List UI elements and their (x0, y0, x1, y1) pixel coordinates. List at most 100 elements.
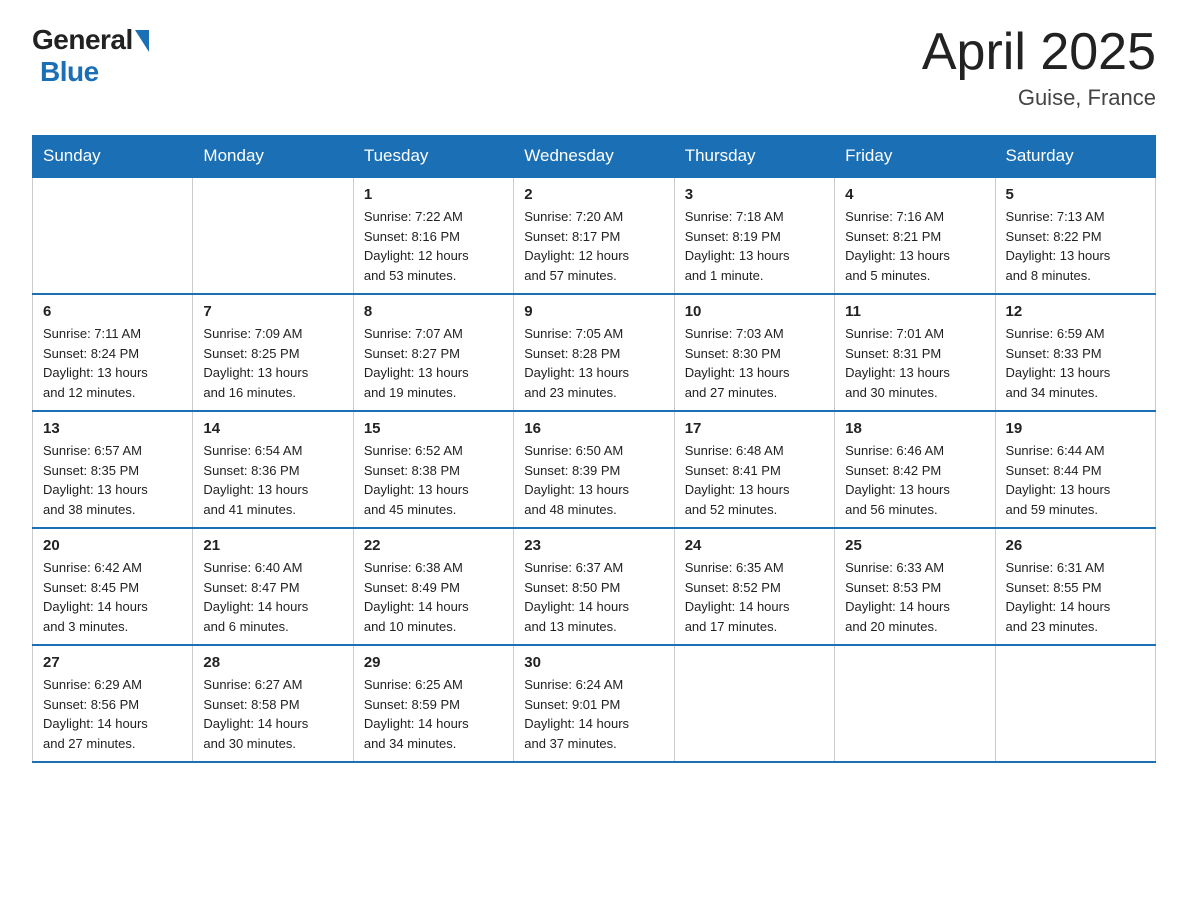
day-number: 8 (364, 303, 503, 320)
day-detail: Sunrise: 6:48 AM Sunset: 8:41 PM Dayligh… (685, 441, 824, 519)
location-text: Guise, France (922, 85, 1156, 111)
day-detail: Sunrise: 6:38 AM Sunset: 8:49 PM Dayligh… (364, 558, 503, 636)
calendar-cell: 17 Sunrise: 6:48 AM Sunset: 8:41 PM Dayli… (674, 411, 834, 528)
calendar-week-row: 1Sunrise: 7:22 AM Sunset: 8:16 PM Daylig… (33, 177, 1156, 294)
day-detail: Sunrise: 6:37 AM Sunset: 8:50 PM Dayligh… (524, 558, 663, 636)
day-detail: Sunrise: 6:50 AM Sunset: 8:39 PM Dayligh… (524, 441, 663, 519)
day-number: 4 (845, 186, 984, 203)
calendar-week-row: 13 Sunrise: 6:57 AM Sunset: 8:35 PM Dayli… (33, 411, 1156, 528)
day-detail: Sunrise: 7:03 AM Sunset: 8:30 PM Dayligh… (685, 324, 824, 402)
calendar-cell: 11 Sunrise: 7:01 AM Sunset: 8:31 PM Dayli… (835, 294, 995, 411)
month-title: April 2025 (922, 24, 1156, 81)
title-block: April 2025 Guise, France (922, 24, 1156, 111)
calendar-cell: 8 Sunrise: 7:07 AM Sunset: 8:27 PM Daylig… (353, 294, 513, 411)
calendar-cell: 21 Sunrise: 6:40 AM Sunset: 8:47 PM Dayli… (193, 528, 353, 645)
calendar-cell: 6Sunrise: 7:11 AM Sunset: 8:24 PM Daylig… (33, 294, 193, 411)
weekday-header-monday: Monday (193, 136, 353, 178)
day-detail: Sunrise: 6:59 AM Sunset: 8:33 PM Dayligh… (1006, 324, 1145, 402)
day-detail: Sunrise: 6:27 AM Sunset: 8:58 PM Dayligh… (203, 675, 342, 753)
day-number: 11 (845, 303, 984, 320)
calendar-cell: 14 Sunrise: 6:54 AM Sunset: 8:36 PM Dayli… (193, 411, 353, 528)
calendar-cell: 9Sunrise: 7:05 AM Sunset: 8:28 PM Daylig… (514, 294, 674, 411)
day-number: 10 (685, 303, 824, 320)
calendar-cell: 7 Sunrise: 7:09 AM Sunset: 8:25 PM Daylig… (193, 294, 353, 411)
day-number: 18 (845, 420, 984, 437)
day-number: 28 (203, 654, 342, 671)
day-number: 7 (203, 303, 342, 320)
calendar-cell: 25 Sunrise: 6:33 AM Sunset: 8:53 PM Dayli… (835, 528, 995, 645)
day-detail: Sunrise: 6:40 AM Sunset: 8:47 PM Dayligh… (203, 558, 342, 636)
calendar-cell: 10 Sunrise: 7:03 AM Sunset: 8:30 PM Dayli… (674, 294, 834, 411)
weekday-header-friday: Friday (835, 136, 995, 178)
logo-triangle-icon (135, 30, 149, 52)
weekday-header-tuesday: Tuesday (353, 136, 513, 178)
day-detail: Sunrise: 7:01 AM Sunset: 8:31 PM Dayligh… (845, 324, 984, 402)
calendar-cell: 19 Sunrise: 6:44 AM Sunset: 8:44 PM Dayli… (995, 411, 1155, 528)
day-detail: Sunrise: 6:29 AM Sunset: 8:56 PM Dayligh… (43, 675, 182, 753)
day-detail: Sunrise: 6:33 AM Sunset: 8:53 PM Dayligh… (845, 558, 984, 636)
day-detail: Sunrise: 6:35 AM Sunset: 8:52 PM Dayligh… (685, 558, 824, 636)
weekday-header-thursday: Thursday (674, 136, 834, 178)
calendar-cell: 28 Sunrise: 6:27 AM Sunset: 8:58 PM Dayli… (193, 645, 353, 762)
day-number: 12 (1006, 303, 1145, 320)
calendar-cell: 15 Sunrise: 6:52 AM Sunset: 8:38 PM Dayli… (353, 411, 513, 528)
page-header: General Blue April 2025 Guise, France (32, 24, 1156, 111)
calendar-week-row: 27 Sunrise: 6:29 AM Sunset: 8:56 PM Dayli… (33, 645, 1156, 762)
day-number: 5 (1006, 186, 1145, 203)
calendar-cell: 20 Sunrise: 6:42 AM Sunset: 8:45 PM Dayli… (33, 528, 193, 645)
day-number: 25 (845, 537, 984, 554)
calendar-cell: 29 Sunrise: 6:25 AM Sunset: 8:59 PM Dayli… (353, 645, 513, 762)
calendar-cell: 1Sunrise: 7:22 AM Sunset: 8:16 PM Daylig… (353, 177, 513, 294)
day-detail: Sunrise: 6:57 AM Sunset: 8:35 PM Dayligh… (43, 441, 182, 519)
day-detail: Sunrise: 6:24 AM Sunset: 9:01 PM Dayligh… (524, 675, 663, 753)
day-detail: Sunrise: 7:11 AM Sunset: 8:24 PM Dayligh… (43, 324, 182, 402)
day-number: 19 (1006, 420, 1145, 437)
day-number: 24 (685, 537, 824, 554)
day-detail: Sunrise: 6:31 AM Sunset: 8:55 PM Dayligh… (1006, 558, 1145, 636)
day-detail: Sunrise: 6:42 AM Sunset: 8:45 PM Dayligh… (43, 558, 182, 636)
logo-blue-text: Blue (40, 56, 99, 88)
calendar-cell: 13 Sunrise: 6:57 AM Sunset: 8:35 PM Dayli… (33, 411, 193, 528)
day-number: 1 (364, 186, 503, 203)
calendar-cell: 2 Sunrise: 7:20 AM Sunset: 8:17 PM Daylig… (514, 177, 674, 294)
calendar-cell: 30 Sunrise: 6:24 AM Sunset: 9:01 PM Dayli… (514, 645, 674, 762)
day-number: 30 (524, 654, 663, 671)
calendar-cell: 3 Sunrise: 7:18 AM Sunset: 8:19 PM Daylig… (674, 177, 834, 294)
day-number: 17 (685, 420, 824, 437)
calendar-table: SundayMondayTuesdayWednesdayThursdayFrid… (32, 135, 1156, 763)
day-number: 29 (364, 654, 503, 671)
day-number: 20 (43, 537, 182, 554)
calendar-cell (995, 645, 1155, 762)
day-number: 2 (524, 186, 663, 203)
calendar-week-row: 6Sunrise: 7:11 AM Sunset: 8:24 PM Daylig… (33, 294, 1156, 411)
day-number: 3 (685, 186, 824, 203)
calendar-cell: 5Sunrise: 7:13 AM Sunset: 8:22 PM Daylig… (995, 177, 1155, 294)
day-number: 15 (364, 420, 503, 437)
calendar-cell (33, 177, 193, 294)
day-detail: Sunrise: 7:07 AM Sunset: 8:27 PM Dayligh… (364, 324, 503, 402)
calendar-cell: 27 Sunrise: 6:29 AM Sunset: 8:56 PM Dayli… (33, 645, 193, 762)
day-number: 16 (524, 420, 663, 437)
day-number: 14 (203, 420, 342, 437)
day-number: 27 (43, 654, 182, 671)
day-detail: Sunrise: 7:05 AM Sunset: 8:28 PM Dayligh… (524, 324, 663, 402)
day-detail: Sunrise: 6:52 AM Sunset: 8:38 PM Dayligh… (364, 441, 503, 519)
logo: General Blue (32, 24, 149, 88)
weekday-header-sunday: Sunday (33, 136, 193, 178)
day-detail: Sunrise: 6:25 AM Sunset: 8:59 PM Dayligh… (364, 675, 503, 753)
day-detail: Sunrise: 7:09 AM Sunset: 8:25 PM Dayligh… (203, 324, 342, 402)
calendar-cell: 12 Sunrise: 6:59 AM Sunset: 8:33 PM Dayli… (995, 294, 1155, 411)
calendar-cell (193, 177, 353, 294)
day-detail: Sunrise: 6:46 AM Sunset: 8:42 PM Dayligh… (845, 441, 984, 519)
calendar-week-row: 20 Sunrise: 6:42 AM Sunset: 8:45 PM Dayli… (33, 528, 1156, 645)
day-detail: Sunrise: 6:44 AM Sunset: 8:44 PM Dayligh… (1006, 441, 1145, 519)
logo-general-text: General (32, 24, 133, 56)
day-number: 21 (203, 537, 342, 554)
calendar-cell: 4Sunrise: 7:16 AM Sunset: 8:21 PM Daylig… (835, 177, 995, 294)
day-number: 13 (43, 420, 182, 437)
day-detail: Sunrise: 6:54 AM Sunset: 8:36 PM Dayligh… (203, 441, 342, 519)
calendar-cell: 16 Sunrise: 6:50 AM Sunset: 8:39 PM Dayli… (514, 411, 674, 528)
day-detail: Sunrise: 7:18 AM Sunset: 8:19 PM Dayligh… (685, 207, 824, 285)
day-detail: Sunrise: 7:20 AM Sunset: 8:17 PM Dayligh… (524, 207, 663, 285)
weekday-header-wednesday: Wednesday (514, 136, 674, 178)
